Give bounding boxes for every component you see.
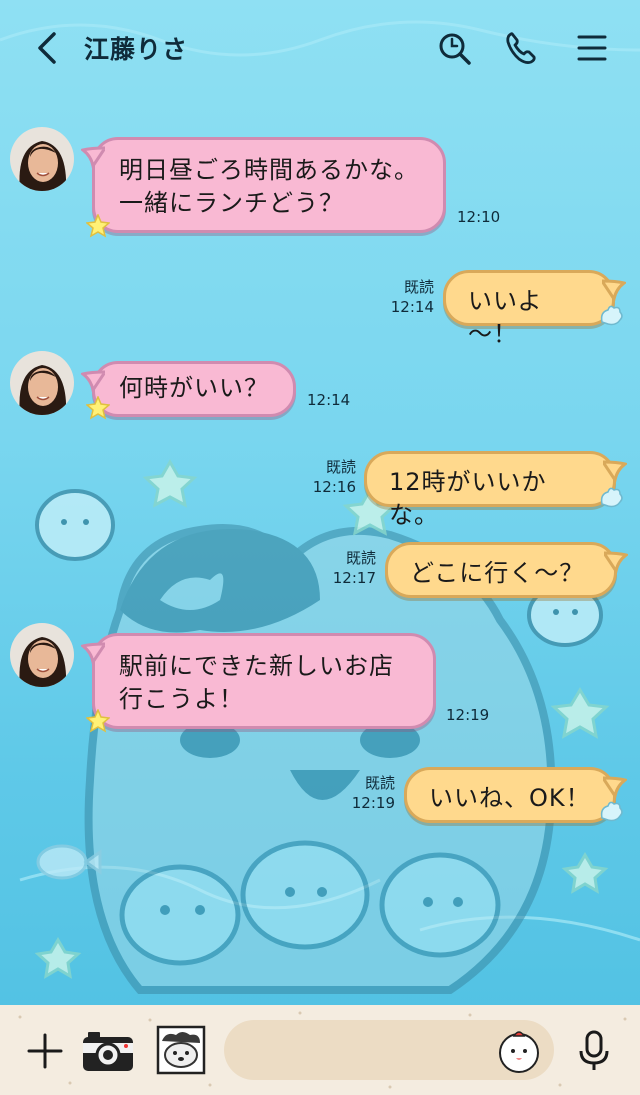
message-bubble-received[interactable]: 何時がいい？ [81,361,296,417]
plus-icon[interactable] [26,1032,64,1070]
message-time: 12:14 [307,391,351,409]
message-meta: 既読 12:16 [298,457,356,497]
contact-avatar[interactable] [10,127,74,191]
camera-icon[interactable] [80,1027,136,1075]
read-receipt: 既読 [364,774,395,792]
message-bubble-received[interactable]: 駅前にできた新しいお店 行こうよ！ [81,633,436,729]
star-icon [86,396,110,420]
contact-photo [10,351,74,415]
message-bubble-received[interactable]: 明日昼ごろ時間あるかな。 一緒にランチどう？ [81,137,446,233]
message-text-line: 行こうよ！ [119,685,244,713]
message-time: 12:16 [312,478,356,496]
star-icon [86,709,110,733]
message-bubble-sent[interactable]: いいね、OK！ [404,767,627,823]
read-receipt: 既読 [403,278,434,296]
message-text-line: 何時がいい？ [119,374,269,402]
message-text-line: 駅前にできた新しいお店 [119,652,394,680]
message-text-line: いいよ～！ [468,287,543,348]
message-meta: 既読 12:14 [376,277,434,317]
chat-header: 江藤りさ [0,0,640,96]
message-text-line: 一緒にランチどう？ [119,189,344,217]
message-input-bar [0,1005,640,1095]
menu-icon[interactable] [574,30,610,66]
message-time: 12:14 [390,298,434,316]
message-meta: 既読 12:17 [318,548,376,588]
phone-icon[interactable] [503,30,539,66]
message-meta: 既読 12:19 [337,773,395,813]
message-text-line: どこに行く～？ [410,559,585,587]
read-receipt: 既読 [325,458,356,476]
photo-sticker-icon[interactable] [156,1025,206,1075]
contact-avatar[interactable] [10,623,74,687]
paw-icon [600,801,623,822]
message-bubble-sent[interactable]: どこに行く～？ [385,542,628,598]
message-text-line: 明日昼ごろ時間あるかな。 [119,156,419,184]
emoji-icon[interactable] [496,1028,542,1074]
message-text-line: いいね、OK！ [429,784,591,812]
message-time: 12:10 [457,208,501,226]
contact-photo [10,127,74,191]
contact-name: 江藤りさ [84,35,189,64]
paw-icon [600,487,623,508]
contact-avatar[interactable] [10,351,74,415]
read-receipt: 既読 [345,549,376,567]
message-time: 12:19 [446,706,490,724]
message-bubble-sent[interactable]: 12時がいいかな。 [364,451,627,529]
star-icon [86,214,110,238]
contact-photo [10,623,74,687]
paw-icon [600,305,623,326]
microphone-icon[interactable] [576,1029,612,1073]
search-icon[interactable] [436,30,472,66]
back-arrow-icon[interactable] [30,30,66,66]
message-time: 12:17 [332,569,376,587]
message-bubble-sent[interactable]: いいよ～！ [443,270,626,348]
message-time: 12:19 [351,794,395,812]
message-text-line: 12時がいいかな。 [389,468,547,529]
